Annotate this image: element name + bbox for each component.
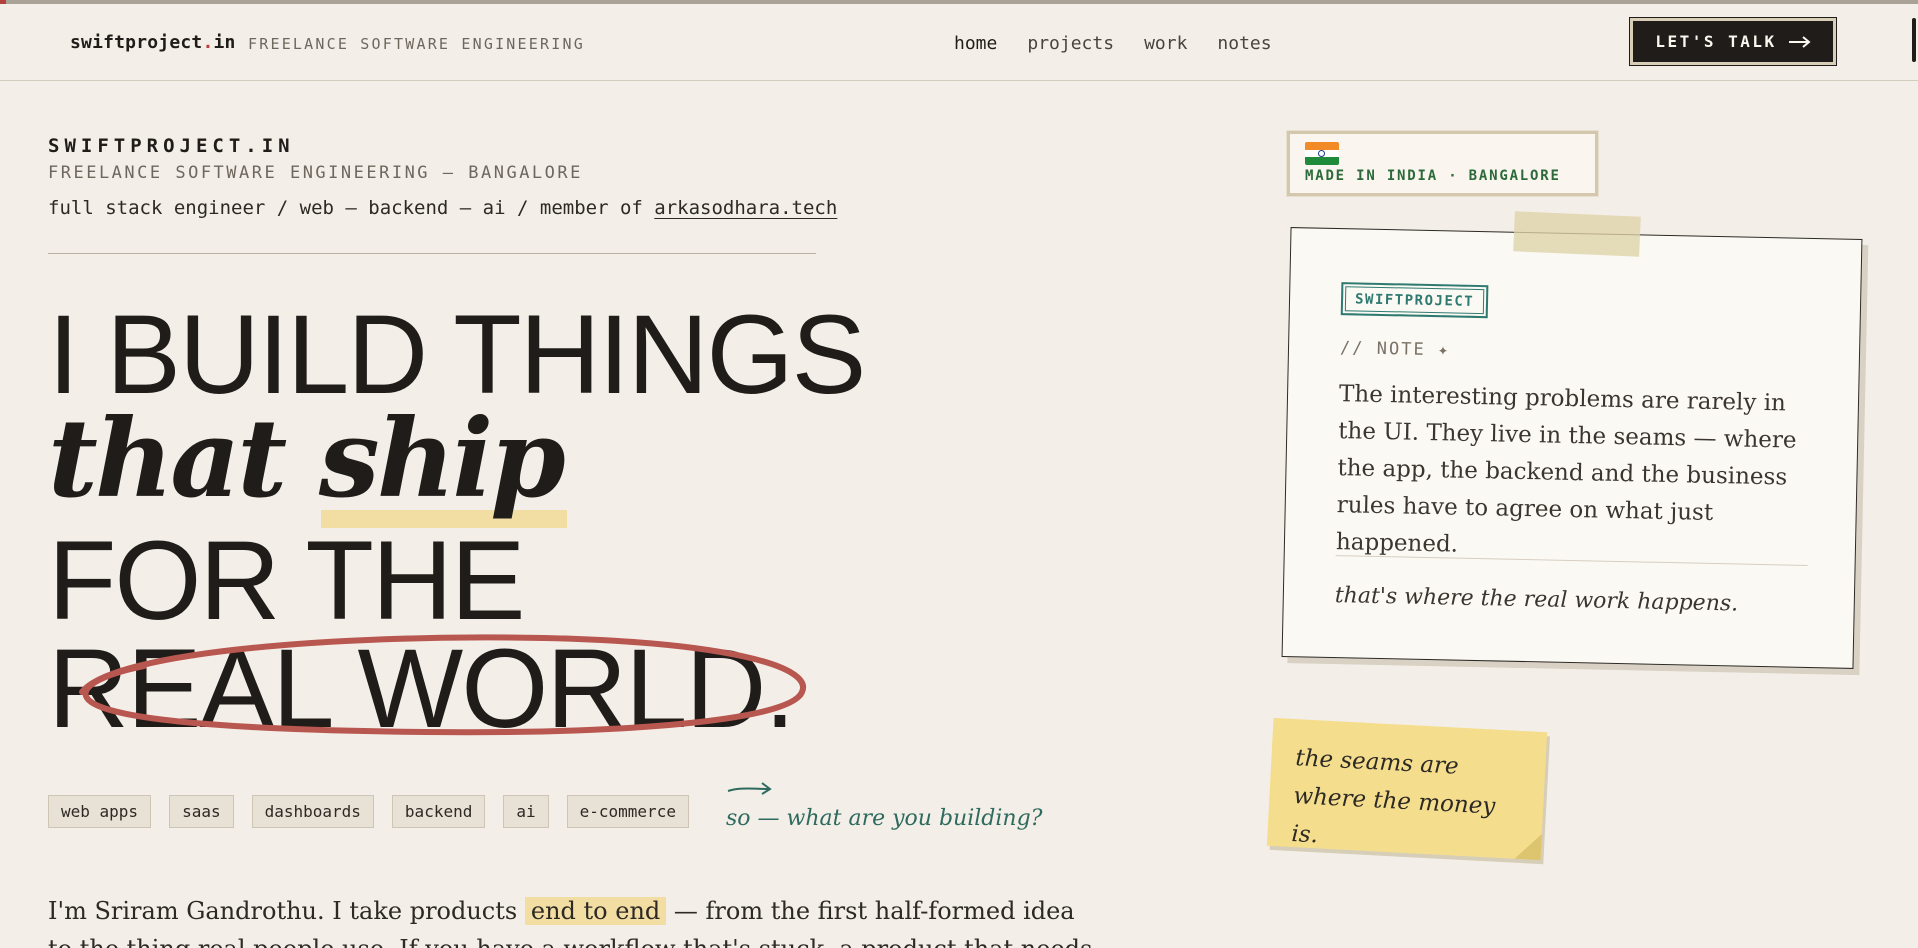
service-tags: web apps saas dashboards backend ai e-co… — [48, 795, 689, 828]
main-nav: home projects work notes — [954, 33, 1272, 54]
brand-tld: in — [213, 32, 236, 53]
sticky-note: the seams are where the money is. — [1266, 717, 1548, 861]
tag-web-apps[interactable]: web apps — [48, 795, 152, 828]
tag-dashboards[interactable]: dashboards — [251, 795, 374, 828]
lets-talk-button[interactable]: LET'S TALK — [1630, 18, 1836, 65]
scrollbar-thumb[interactable] — [1912, 18, 1916, 62]
arrow-right-icon — [1788, 35, 1811, 48]
card-note-label: // NOTE ✦ — [1339, 338, 1451, 361]
intro-line-2: to the thing real people use. If you hav… — [48, 930, 1092, 948]
tag-saas[interactable]: saas — [169, 795, 234, 828]
nav-notes[interactable]: notes — [1217, 33, 1271, 54]
header-tagline: FREELANCE SOFTWARE ENGINEERING — [248, 35, 585, 53]
page-scrollbar[interactable] — [1908, 0, 1918, 948]
sticky-fold — [1514, 832, 1542, 861]
brand-dot: . — [202, 32, 214, 53]
intro-after: — from the first half-formed idea — [673, 897, 1075, 925]
sticky-text: the seams are where the money is. — [1290, 745, 1496, 849]
hero-subtitle: FREELANCE SOFTWARE ENGINEERING — BANGALO… — [48, 163, 583, 183]
headline-ship-text: ship — [318, 396, 566, 522]
headline-that: that — [48, 396, 287, 522]
hero-role: full stack engineer / web — backend — ai… — [48, 197, 837, 219]
tag-ai[interactable]: ai — [503, 795, 549, 828]
ask-text: so — what are you building? — [726, 806, 1043, 831]
brand-logo[interactable]: swiftproject.in — [70, 32, 236, 53]
intro-before: I'm Sriram Gandrothu. I take products — [48, 897, 518, 925]
tape-strip — [1513, 211, 1641, 257]
tag-backend[interactable]: backend — [391, 795, 486, 828]
hand-drawn-circle — [79, 634, 807, 736]
tag-e-commerce[interactable]: e-commerce — [566, 795, 689, 828]
brand-name: swiftproject — [70, 32, 203, 53]
headline-line-3: FOR THE — [48, 518, 526, 643]
headline-ship: ship — [318, 396, 567, 528]
intro-highlight: end to end — [524, 897, 667, 925]
hero-role-text: full stack engineer / web — backend — ai… — [48, 197, 643, 219]
hero-site-id: SWIFTPROJECT.IN — [48, 135, 295, 157]
made-in-india-badge: MADE IN INDIA · BANGALORE — [1287, 131, 1598, 196]
badge-label: MADE IN INDIA · BANGALORE — [1305, 168, 1561, 184]
nav-work[interactable]: work — [1144, 33, 1187, 54]
intro-paragraph: I'm Sriram Gandrothu. I take products en… — [48, 892, 1092, 948]
headline-line-1: I BUILD THINGS — [48, 292, 866, 417]
nav-projects[interactable]: projects — [1027, 33, 1114, 54]
card-signature: that's where the real work happens. — [1334, 583, 1739, 617]
headline-line-2: that ship — [48, 405, 567, 528]
lets-talk-label: LET'S TALK — [1655, 32, 1777, 51]
squiggle-arrow-icon — [727, 782, 772, 795]
member-link[interactable]: arkasodhara.tech — [654, 197, 837, 219]
nav-home[interactable]: home — [954, 33, 997, 54]
card-stamp: SWIFTPROJECT — [1340, 282, 1489, 319]
hero-divider — [48, 253, 816, 254]
note-card: SWIFTPROJECT // NOTE ✦ The interesting p… — [1281, 227, 1863, 669]
india-flag-icon — [1305, 142, 1339, 165]
site-header: swiftproject.in FREELANCE SOFTWARE ENGIN… — [0, 4, 1918, 81]
card-quote: The interesting problems are rarely in t… — [1335, 381, 1797, 558]
